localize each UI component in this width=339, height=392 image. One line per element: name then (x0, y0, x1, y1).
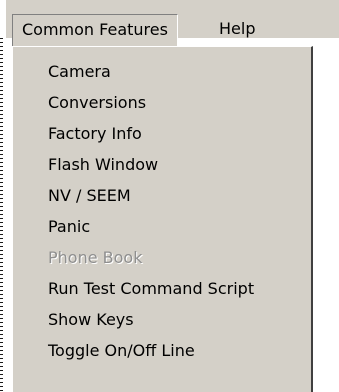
dropdown-menu-list: Camera Conversions Factory Info Flash Wi… (13, 47, 311, 366)
menu-item-conversions[interactable]: Conversions (13, 87, 311, 118)
menu-item-show-keys[interactable]: Show Keys (13, 304, 311, 335)
menu-item-camera[interactable]: Camera (13, 56, 311, 87)
menu-help-label: Help (219, 19, 256, 38)
menu-common-features-label: Common Features (22, 20, 168, 39)
menu-bar: Common Features Help (6, 0, 339, 46)
window-edge-dotted-border (0, 38, 3, 392)
menu-item-factory-info[interactable]: Factory Info (13, 118, 311, 149)
menu-item-label: Conversions (48, 93, 147, 112)
menu-help[interactable]: Help (211, 14, 263, 46)
menu-item-flash-window[interactable]: Flash Window (13, 149, 311, 180)
common-features-dropdown: Camera Conversions Factory Info Flash Wi… (12, 46, 313, 392)
menu-item-label: Toggle On/Off Line (48, 341, 195, 360)
menu-item-phone-book: Phone Book (13, 242, 311, 273)
menu-item-label: Factory Info (48, 124, 142, 143)
menu-item-nv-seem[interactable]: NV / SEEM (13, 180, 311, 211)
menu-item-label: Show Keys (48, 310, 134, 329)
menu-common-features[interactable]: Common Features (12, 14, 178, 46)
menu-item-label: Phone Book (48, 248, 143, 267)
menu-item-run-test-command-script[interactable]: Run Test Command Script (13, 273, 311, 304)
menu-item-label: NV / SEEM (48, 186, 131, 205)
menu-item-panic[interactable]: Panic (13, 211, 311, 242)
menu-item-label: Panic (48, 217, 91, 236)
menu-item-label: Flash Window (48, 155, 159, 174)
menu-item-toggle-on-off-line[interactable]: Toggle On/Off Line (13, 335, 311, 366)
menu-item-label: Camera (48, 62, 111, 81)
app-screen: Common Features Help Camera Conversions … (0, 0, 339, 392)
menu-item-label: Run Test Command Script (48, 279, 255, 298)
